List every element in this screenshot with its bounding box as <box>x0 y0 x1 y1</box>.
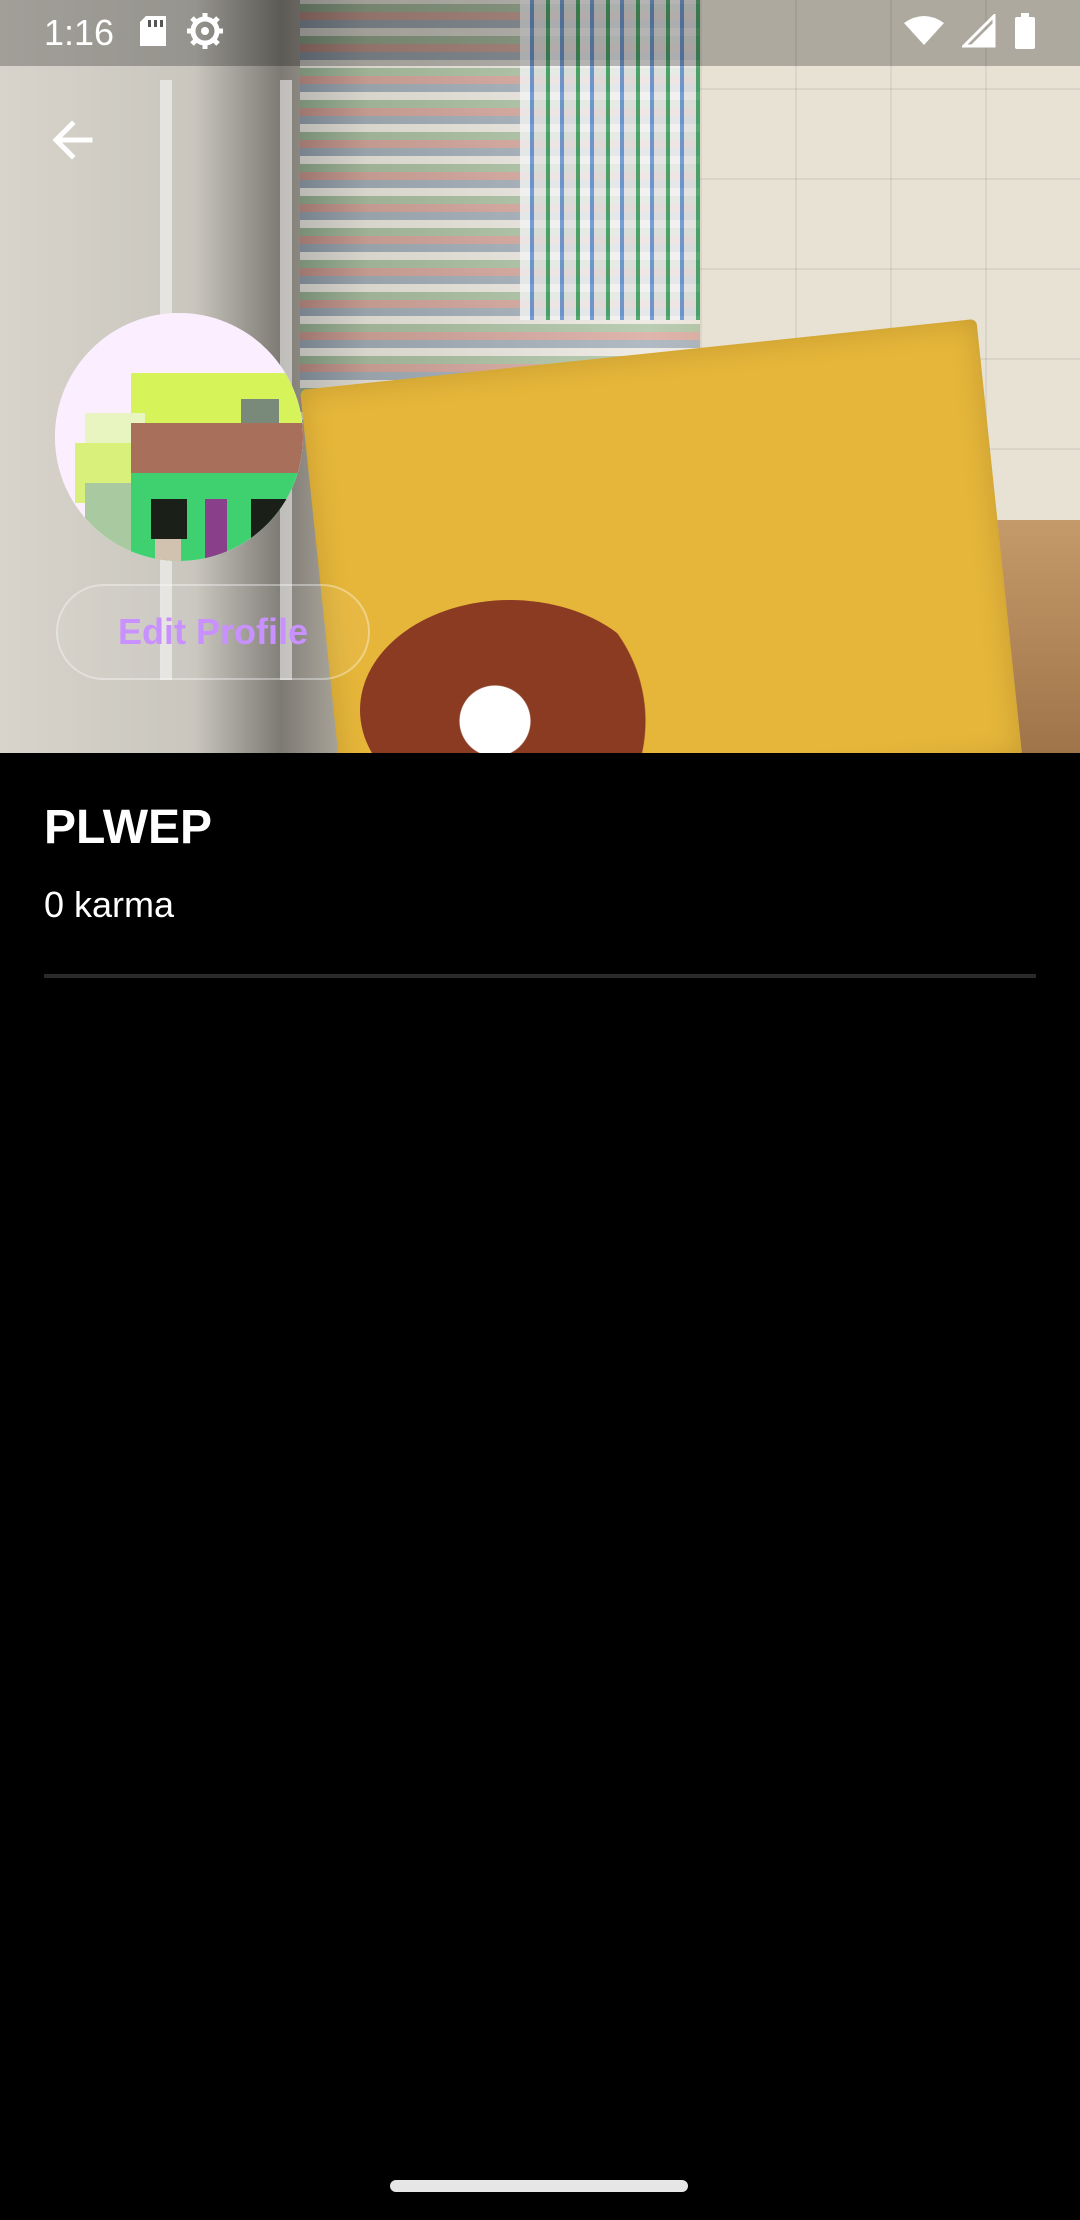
sd-card-icon <box>138 14 168 53</box>
signal-icon <box>960 11 996 53</box>
back-button[interactable] <box>40 110 104 174</box>
status-left-icons <box>138 12 224 55</box>
profile-screen: 1:16 Edit Profile PLWEP 0 karma <box>0 0 1080 2220</box>
pixel-avatar-icon <box>55 313 303 561</box>
edit-profile-button[interactable]: Edit Profile <box>56 584 370 680</box>
battery-icon <box>1014 12 1036 54</box>
profile-karma: 0 karma <box>44 884 175 925</box>
arrow-back-icon <box>50 118 94 167</box>
wifi-icon <box>904 15 944 52</box>
home-indicator[interactable] <box>390 2180 688 2192</box>
divider <box>44 974 1036 978</box>
avatar[interactable] <box>55 313 303 561</box>
status-bar: 1:16 <box>0 0 1080 66</box>
status-right-icons <box>904 11 1036 54</box>
status-time: 1:16 <box>44 12 115 53</box>
profile-username: PLWEP <box>44 801 213 854</box>
settings-icon <box>186 12 224 55</box>
